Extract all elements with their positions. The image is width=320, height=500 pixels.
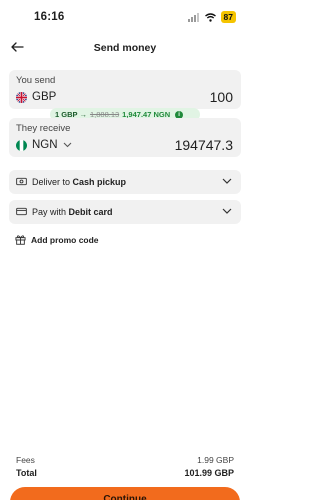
- fees-value: 1.99 GBP: [197, 455, 234, 465]
- chevron-down-icon: [222, 178, 232, 184]
- chevron-down-icon: [222, 208, 232, 214]
- delivery-text: Deliver to Cash pickup: [32, 177, 127, 187]
- signal-bars-icon: [187, 12, 199, 22]
- uk-flag-icon: [16, 91, 27, 103]
- status-time: 16:16: [34, 11, 65, 23]
- total-row: Total 101.99 GBP: [16, 468, 234, 478]
- total-label: Total: [16, 468, 37, 478]
- send-amount[interactable]: 100: [210, 89, 233, 105]
- gift-icon: [15, 235, 26, 245]
- send-label: You send: [16, 75, 56, 86]
- status-bar: 16:16 87: [0, 0, 250, 34]
- wifi-icon: [204, 12, 216, 22]
- add-promo-code-button[interactable]: Add promo code: [15, 234, 99, 245]
- send-currency-code: GBP: [32, 91, 57, 103]
- continue-button[interactable]: Continue: [10, 487, 240, 500]
- nigeria-flag-icon: [16, 139, 27, 151]
- fees-row: Fees 1.99 GBP: [16, 455, 234, 465]
- promo-label: Add promo code: [31, 234, 99, 245]
- card-icon: [16, 207, 27, 216]
- receive-currency-selector[interactable]: NGN: [16, 139, 72, 151]
- payment-text: Pay with Debit card: [32, 207, 113, 217]
- send-currency: GBP: [16, 91, 56, 103]
- page-title: Send money: [93, 42, 157, 54]
- receive-amount[interactable]: 194747.3: [175, 137, 233, 153]
- chevron-down-icon: [63, 142, 71, 148]
- receive-currency-code: NGN: [32, 139, 58, 151]
- receive-label: They receive: [16, 123, 71, 134]
- header: Send money: [0, 34, 250, 62]
- total-value: 101.99 GBP: [184, 468, 234, 478]
- status-icons: 87: [187, 11, 236, 23]
- receive-amount-field[interactable]: They receive NGN 194747.3: [9, 118, 241, 157]
- battery-indicator: 87: [220, 11, 236, 23]
- send-amount-field[interactable]: You send GBP 100: [9, 70, 241, 109]
- cash-icon: [16, 177, 27, 186]
- delivery-method-selector[interactable]: Deliver to Cash pickup: [9, 170, 241, 194]
- fees-label: Fees: [16, 455, 35, 465]
- payment-method-selector[interactable]: Pay with Debit card: [9, 200, 241, 224]
